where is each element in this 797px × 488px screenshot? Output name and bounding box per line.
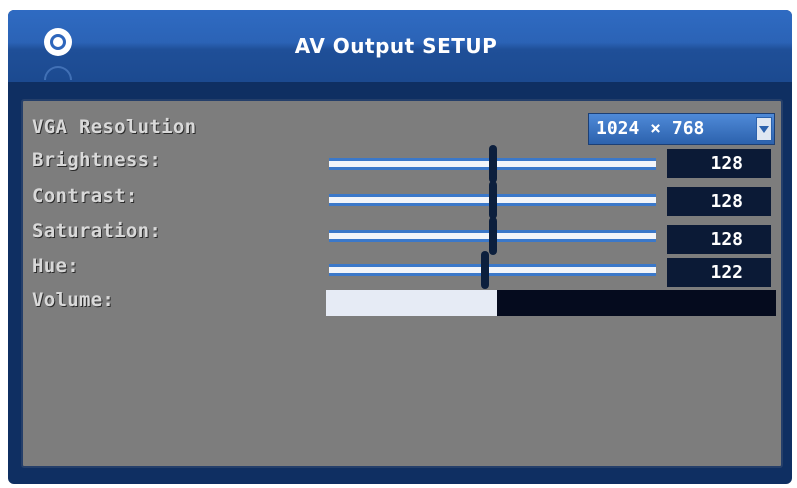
- dropdown-arrow-icon[interactable]: [756, 117, 772, 141]
- volume-bar-fill: [326, 290, 497, 316]
- volume-bar[interactable]: [326, 290, 776, 316]
- contrast-label: Contrast:: [32, 185, 138, 207]
- hue-label: Hue:: [32, 255, 79, 277]
- hue-value: 122: [667, 258, 771, 287]
- brightness-label: Brightness:: [32, 149, 162, 171]
- vga-resolution-value: 1024 × 768: [596, 118, 705, 139]
- saturation-slider-thumb[interactable]: [488, 217, 497, 255]
- contrast-value: 128: [667, 187, 771, 216]
- hue-slider-thumb[interactable]: [480, 251, 489, 289]
- saturation-label: Saturation:: [32, 220, 162, 242]
- brightness-slider-thumb[interactable]: [488, 145, 497, 183]
- vga-resolution-select[interactable]: 1024 × 768: [588, 113, 775, 145]
- saturation-value: 128: [667, 225, 771, 254]
- av-output-setup-window: AV Output SETUP VGA Resolution 1024 × 76…: [8, 10, 792, 484]
- brightness-value: 128: [667, 149, 771, 178]
- settings-panel: VGA Resolution 1024 × 768 Brightness: 12…: [21, 99, 783, 468]
- hue-slider-track[interactable]: [329, 264, 656, 276]
- contrast-slider-thumb[interactable]: [488, 181, 497, 219]
- title-bar: AV Output SETUP: [8, 10, 792, 82]
- window-title: AV Output SETUP: [294, 34, 498, 58]
- logo-reflection: [44, 66, 72, 80]
- volume-label: Volume:: [32, 289, 115, 311]
- vga-resolution-label: VGA Resolution: [32, 116, 197, 138]
